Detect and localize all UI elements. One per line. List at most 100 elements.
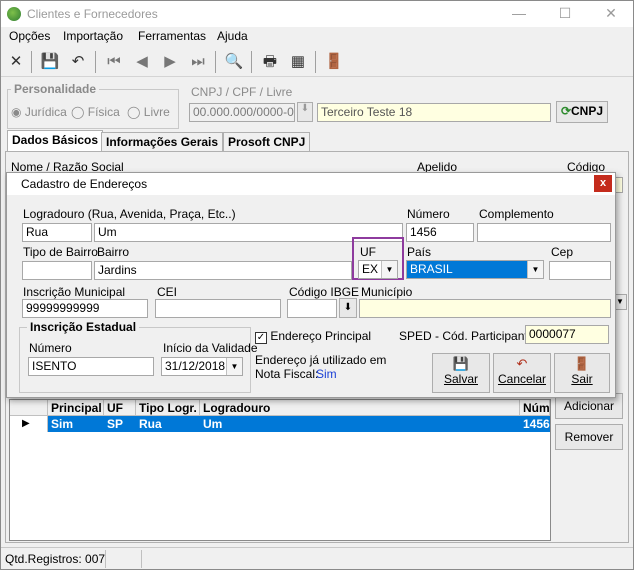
toolbar-separator bbox=[315, 51, 316, 73]
next-record-icon[interactable]: ▶ bbox=[159, 51, 181, 73]
status-bar: Qtd.Registros: 007 bbox=[1, 547, 633, 569]
cnpj-button[interactable]: ⟳CNPJ bbox=[556, 101, 608, 123]
title-bar: Clientes e Fornecedores — ☐ ✕ bbox=[1, 1, 633, 27]
pais-select[interactable]: BRASIL ▼ bbox=[406, 260, 544, 279]
tab-informacoes-gerais[interactable]: Informações Gerais bbox=[101, 132, 224, 152]
dialog-close-button[interactable]: x bbox=[594, 175, 612, 192]
logradouro-label: Logradouro (Rua, Avenida, Praça, Etc..) bbox=[23, 207, 236, 221]
table-row[interactable]: Um bbox=[200, 416, 520, 432]
table-header-principal[interactable]: Principal bbox=[48, 400, 104, 416]
cep-label: Cep bbox=[551, 245, 574, 259]
cei-input[interactable] bbox=[155, 299, 281, 318]
previous-record-icon[interactable]: ◀ bbox=[131, 51, 153, 73]
toolbar: ✕ 💾 ↶ ⏮ ◀ ▶ ⏭ 🔍 🖶 ▦ 🚪 bbox=[1, 47, 633, 77]
exit-icon: 🚪 bbox=[573, 356, 591, 371]
table-row[interactable]: Sim bbox=[48, 416, 104, 432]
maximize-icon[interactable]: ☐ bbox=[555, 5, 575, 22]
insc-municipal-label: Inscrição Municipal bbox=[23, 285, 126, 299]
uf-select[interactable]: EX ▼ bbox=[358, 260, 398, 279]
cnpj-fetch-button[interactable]: ⬇ bbox=[297, 102, 313, 122]
tab-dados-basicos[interactable]: Dados Básicos bbox=[7, 130, 104, 152]
menu-bar: Opções Importação Ferramentas Ajuda bbox=[1, 27, 633, 47]
chevron-down-icon[interactable]: ▼ bbox=[226, 358, 242, 375]
enderecos-table: Principal UF Tipo Logr. Logradouro Núm ▶… bbox=[9, 399, 551, 541]
delete-icon[interactable]: ✕ bbox=[5, 51, 27, 73]
cancelar-button[interactable]: ↶ Cancelar bbox=[493, 353, 551, 393]
menu-ajuda[interactable]: Ajuda bbox=[217, 29, 248, 43]
refresh-icon: ⟳ bbox=[560, 104, 572, 118]
cadastro-enderecos-dialog: Cadastro de Endereços x Logradouro (Rua,… bbox=[6, 172, 616, 398]
radio-juridica[interactable]: ◉ Jurídica bbox=[11, 105, 67, 119]
bairro-label: Bairro bbox=[97, 245, 130, 259]
numero-input[interactable]: 1456 bbox=[406, 223, 474, 242]
ie-inicio-label: Início da Validade bbox=[163, 341, 258, 355]
ie-group-title: Inscrição Estadual bbox=[27, 320, 140, 334]
table-header-indicator bbox=[10, 400, 48, 416]
chevron-down-icon[interactable]: ▼ bbox=[381, 261, 397, 278]
print-icon[interactable]: 🖶 bbox=[259, 51, 281, 73]
codigo-ibge-label: Código IBGE bbox=[289, 285, 360, 299]
table-row[interactable]: Rua bbox=[136, 416, 200, 432]
close-icon[interactable]: ✕ bbox=[601, 5, 621, 22]
radio-fisica[interactable]: ◯ Física bbox=[71, 105, 120, 119]
app-icon bbox=[7, 7, 21, 21]
ja-utilizado-label-2: Nota Fiscal: bbox=[255, 367, 319, 381]
cei-label: CEI bbox=[157, 285, 178, 299]
undo-icon[interactable]: ↶ bbox=[67, 51, 89, 73]
exit-icon[interactable]: 🚪 bbox=[323, 51, 345, 73]
complemento-label: Complemento bbox=[479, 207, 554, 221]
toolbar-separator bbox=[95, 51, 96, 73]
sair-button[interactable]: 🚪 Sair bbox=[554, 353, 610, 393]
logradouro-tipo-input[interactable]: Rua bbox=[22, 223, 92, 242]
save-icon[interactable]: 💾 bbox=[39, 51, 61, 73]
radio-livre[interactable]: ◯ Livre bbox=[127, 105, 170, 119]
last-record-icon[interactable]: ⏭ bbox=[187, 51, 209, 73]
menu-opcoes[interactable]: Opções bbox=[9, 29, 50, 43]
ie-inicio-input[interactable]: 31/12/2018 ▼ bbox=[161, 357, 243, 376]
menu-ferramentas[interactable]: Ferramentas bbox=[138, 29, 206, 43]
cnpj-input[interactable]: 00.000.000/0000-00 bbox=[189, 103, 295, 122]
table-row[interactable]: 1456 bbox=[520, 416, 550, 432]
uf-label: UF bbox=[360, 245, 376, 259]
sped-input[interactable]: 0000077 bbox=[525, 325, 609, 344]
dialog-title: Cadastro de Endereços bbox=[21, 177, 148, 191]
complemento-input[interactable] bbox=[477, 223, 611, 242]
ibge-lookup-button[interactable]: ⬇ bbox=[339, 298, 357, 318]
check-icon: ✓ bbox=[255, 332, 267, 344]
ja-utilizado-value: Sim bbox=[316, 367, 337, 381]
personalidade-title: Personalidade bbox=[11, 82, 100, 96]
insc-municipal-input[interactable]: 99999999999 bbox=[22, 299, 148, 318]
ie-numero-input[interactable]: ISENTO bbox=[28, 357, 154, 376]
search-icon[interactable]: 🔍 bbox=[223, 51, 245, 73]
table-header-tipo-logr[interactable]: Tipo Logr. bbox=[136, 400, 200, 416]
municipio-input[interactable] bbox=[359, 299, 611, 318]
table-header-uf[interactable]: UF bbox=[104, 400, 136, 416]
numero-label: Número bbox=[407, 207, 450, 221]
status-divider bbox=[141, 550, 142, 568]
table-header-logradouro[interactable]: Logradouro bbox=[200, 400, 520, 416]
dialog-title-bar: Cadastro de Endereços x bbox=[7, 173, 615, 195]
tipo-bairro-label: Tipo de Bairro bbox=[23, 245, 98, 259]
undo-icon: ↶ bbox=[516, 356, 528, 371]
table-row[interactable]: SP bbox=[104, 416, 136, 432]
tab-prosoft-cnpj[interactable]: Prosoft CNPJ bbox=[223, 132, 311, 152]
table-header-numero[interactable]: Núm bbox=[520, 400, 550, 416]
codigo-ibge-input[interactable] bbox=[287, 299, 337, 318]
ja-utilizado-label-1: Endereço já utilizado em bbox=[255, 353, 387, 367]
sped-label: SPED - Cód. Participante: bbox=[399, 329, 538, 343]
toolbar-separator bbox=[215, 51, 216, 73]
tipo-bairro-input[interactable] bbox=[22, 261, 92, 280]
remover-button[interactable]: Remover bbox=[555, 424, 623, 450]
record-count: Qtd.Registros: 007 bbox=[5, 552, 106, 566]
endereco-principal-checkbox[interactable]: ✓ Endereço Principal bbox=[255, 329, 371, 344]
razao-social-input[interactable]: Terceiro Teste 18 bbox=[317, 103, 551, 122]
first-record-icon[interactable]: ⏮ bbox=[103, 51, 125, 73]
minimize-icon[interactable]: — bbox=[509, 5, 529, 21]
cep-input[interactable] bbox=[549, 261, 611, 280]
menu-importacao[interactable]: Importação bbox=[63, 29, 123, 43]
salvar-button[interactable]: 💾 Salvar bbox=[432, 353, 490, 393]
calculator-icon[interactable]: ▦ bbox=[287, 51, 309, 73]
chevron-down-icon[interactable]: ▼ bbox=[527, 261, 543, 278]
bairro-input[interactable]: Jardins bbox=[94, 261, 352, 280]
toolbar-separator bbox=[31, 51, 32, 73]
